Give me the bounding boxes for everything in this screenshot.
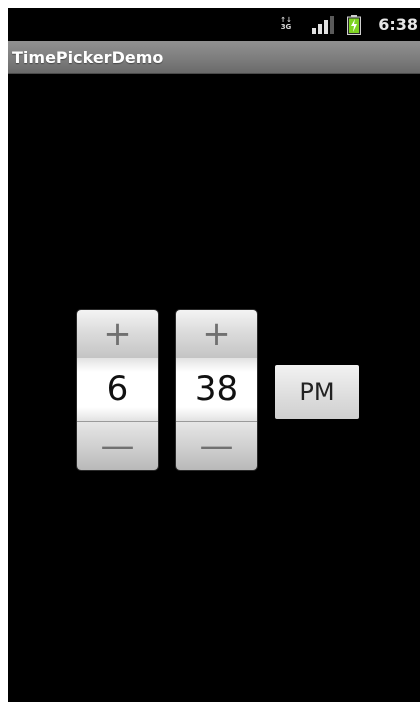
hour-spinner: + 6 —	[77, 310, 158, 470]
hour-decrement-button[interactable]: —	[77, 421, 158, 470]
minute-increment-button[interactable]: +	[176, 310, 257, 359]
phone-screen: ↑↓ 3G 6:38 TimePickerDemo + 6 — + 38 — P…	[8, 8, 420, 702]
network-type-label: 3G	[280, 23, 292, 31]
minute-input[interactable]: 38	[176, 358, 257, 421]
minute-spinner: + 38 —	[176, 310, 257, 470]
hour-increment-button[interactable]: +	[77, 310, 158, 359]
signal-strength-icon	[312, 16, 334, 34]
minute-decrement-button[interactable]: —	[176, 421, 257, 470]
app-title: TimePickerDemo	[12, 48, 164, 67]
app-title-bar: TimePickerDemo	[8, 41, 420, 74]
network-3g-icon: ↑↓ 3G	[278, 17, 294, 33]
status-bar: ↑↓ 3G 6:38	[8, 8, 420, 41]
status-clock: 6:38	[378, 15, 418, 34]
battery-charging-icon	[347, 15, 361, 35]
am-pm-toggle-button[interactable]: PM	[275, 365, 359, 419]
hour-input[interactable]: 6	[77, 358, 158, 421]
